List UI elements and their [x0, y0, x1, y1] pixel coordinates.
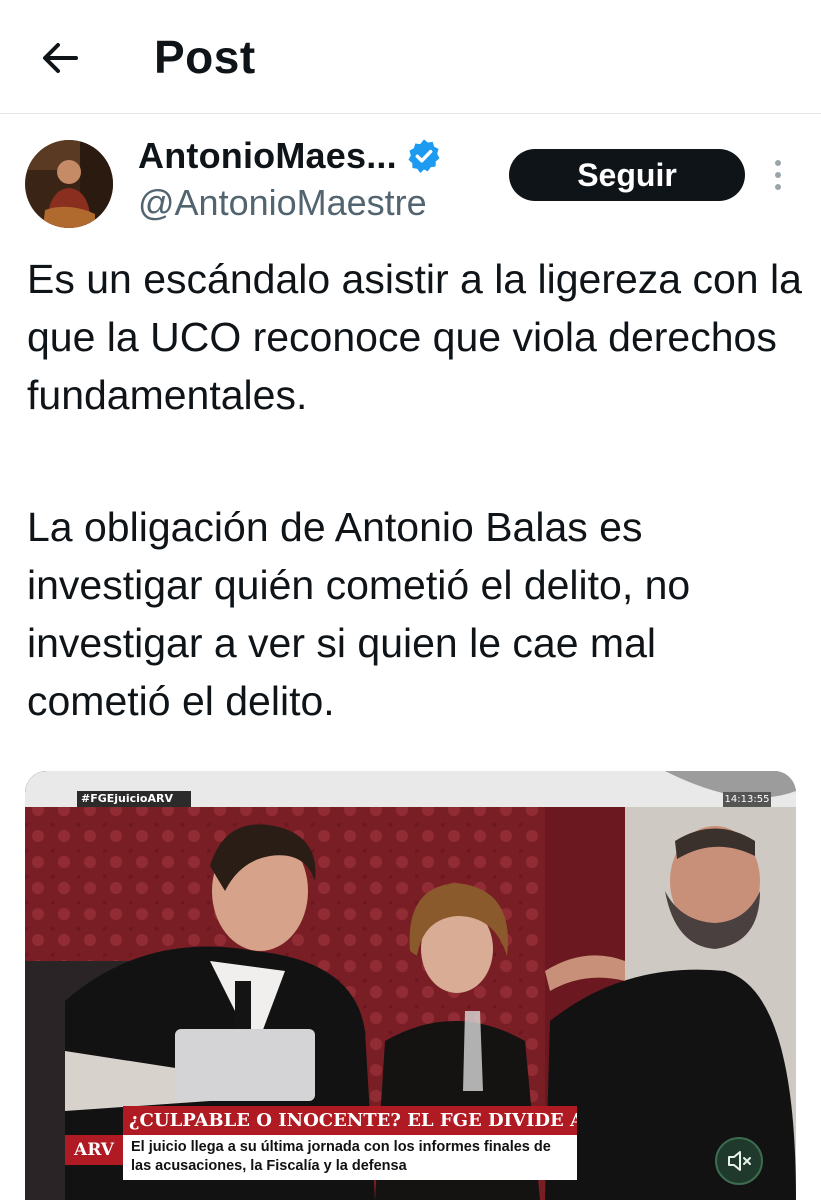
follow-button[interactable]: Seguir: [509, 149, 745, 201]
channel-logo: ARV: [65, 1135, 123, 1165]
more-options-icon[interactable]: [764, 154, 792, 196]
author-name[interactable]: AntonioMaes...: [138, 135, 397, 177]
video-subheadline: El juicio llega a su última jornada con …: [123, 1135, 577, 1180]
mute-toggle-icon[interactable]: [715, 1137, 763, 1185]
post-text-paragraph-2: La obligación de Antonio Balas es invest…: [27, 504, 691, 724]
author-avatar[interactable]: [25, 140, 113, 228]
verified-badge-icon: [405, 137, 443, 175]
post-text-paragraph-1: Es un escándalo asistir a la ligereza co…: [27, 256, 802, 418]
author-handle[interactable]: @AntonioMaestre: [138, 182, 427, 224]
video-clock: 14:13:55: [723, 792, 771, 807]
video-hashtag: #FGEjuicioARV: [77, 791, 191, 807]
top-bar: Post: [0, 0, 821, 114]
back-arrow-icon[interactable]: [36, 34, 84, 82]
page-title: Post: [154, 31, 256, 83]
post-video[interactable]: #FGEjuicioARV 14:13:55 ¿CULPABLE O INOCE…: [25, 771, 796, 1200]
author-name-row: AntonioMaes...: [138, 134, 443, 178]
video-headline: ¿CULPABLE O INOCENTE? EL FGE DIVIDE A ES…: [123, 1106, 577, 1135]
